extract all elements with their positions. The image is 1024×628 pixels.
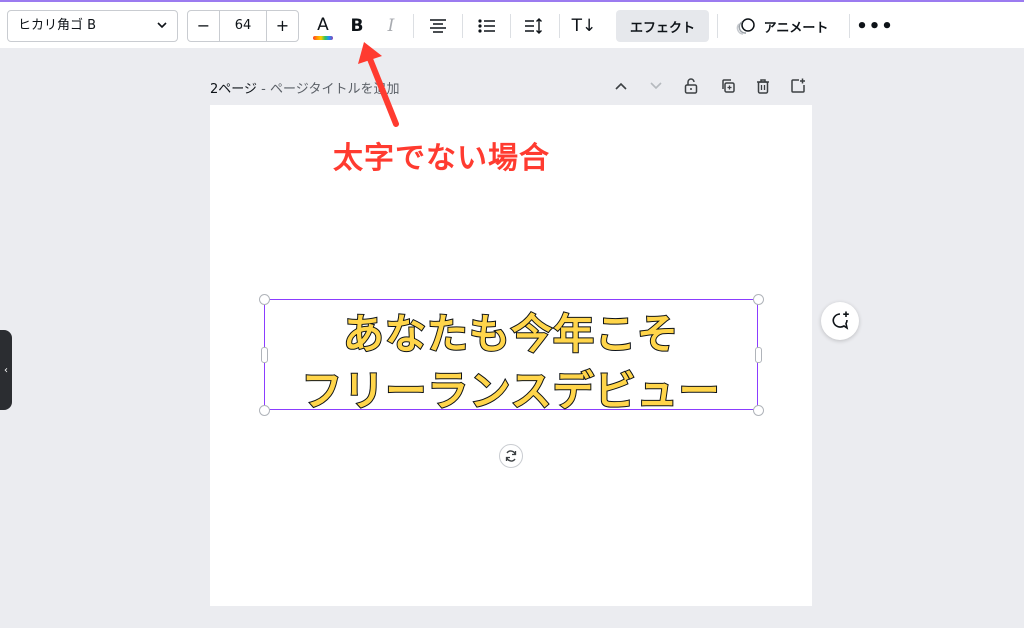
font-size-input[interactable]: 64 — [219, 11, 267, 41]
chevron-up-icon — [615, 82, 627, 90]
italic-button[interactable]: I — [378, 10, 404, 42]
align-center-button[interactable] — [424, 10, 452, 42]
chevron-down-icon — [156, 11, 168, 52]
annotation-label: 太字でない場合 — [333, 141, 550, 176]
toolbar-divider — [849, 14, 850, 38]
red-arrow-icon — [358, 42, 399, 127]
line-spacing-icon — [525, 18, 542, 34]
font-family-dropdown[interactable]: ヒカリ角ゴ B — [7, 10, 178, 42]
add-comment-button[interactable] — [821, 302, 859, 340]
font-size-stepper: − 64 + — [187, 10, 299, 42]
font-family-value: ヒカリ角ゴ B — [18, 18, 97, 33]
unlock-icon — [684, 78, 698, 94]
text-color-letter: A — [317, 14, 329, 35]
page-title-separator: - — [257, 82, 270, 97]
animate-button[interactable]: アニメート — [727, 10, 837, 42]
align-center-icon — [430, 19, 446, 33]
toolbar-divider — [462, 14, 463, 38]
trash-icon — [757, 79, 769, 94]
delete-page-button[interactable] — [752, 76, 774, 96]
text-toolbar: ヒカリ角ゴ B − 64 + A B I T↓ エフェクト アニメート ••• — [0, 0, 1024, 48]
add-page-button[interactable] — [787, 76, 809, 96]
animate-label: アニメート — [763, 20, 829, 36]
duplicate-page-button[interactable] — [717, 76, 739, 96]
text-color-button[interactable]: A — [309, 10, 337, 42]
move-page-down-button[interactable] — [645, 76, 667, 96]
page-number-label: 2ページ — [210, 82, 258, 97]
decrease-font-size-button[interactable]: − — [188, 11, 219, 41]
move-page-up-button[interactable] — [610, 76, 632, 96]
collapse-side-panel-button[interactable]: ‹ — [0, 330, 12, 410]
animate-icon — [736, 18, 755, 35]
duplicate-icon — [722, 79, 735, 93]
rotate-handle[interactable] — [499, 444, 523, 468]
line-spacing-button[interactable] — [520, 10, 548, 42]
bullet-list-button[interactable] — [473, 10, 501, 42]
canvas-text-line-1[interactable]: あなたも今年こそ — [264, 300, 758, 360]
toolbar-divider — [717, 14, 718, 38]
bullet-list-icon — [478, 19, 495, 33]
lock-page-button[interactable] — [680, 76, 702, 96]
add-page-icon — [791, 78, 805, 93]
more-options-button[interactable]: ••• — [856, 10, 893, 42]
bold-button[interactable]: B — [344, 10, 370, 42]
comment-plus-icon — [832, 311, 849, 330]
effects-button[interactable]: エフェクト — [616, 10, 709, 42]
rotate-icon — [505, 450, 517, 462]
text-direction-button[interactable]: T↓ — [569, 10, 599, 42]
chevron-down-icon — [650, 82, 662, 90]
toolbar-divider — [510, 14, 511, 38]
canvas-text-line-2[interactable]: フリーランスデビュー — [264, 357, 758, 417]
toolbar-divider — [413, 14, 414, 38]
toolbar-divider — [559, 14, 560, 38]
increase-font-size-button[interactable]: + — [267, 11, 298, 41]
rainbow-color-bar — [313, 35, 333, 40]
